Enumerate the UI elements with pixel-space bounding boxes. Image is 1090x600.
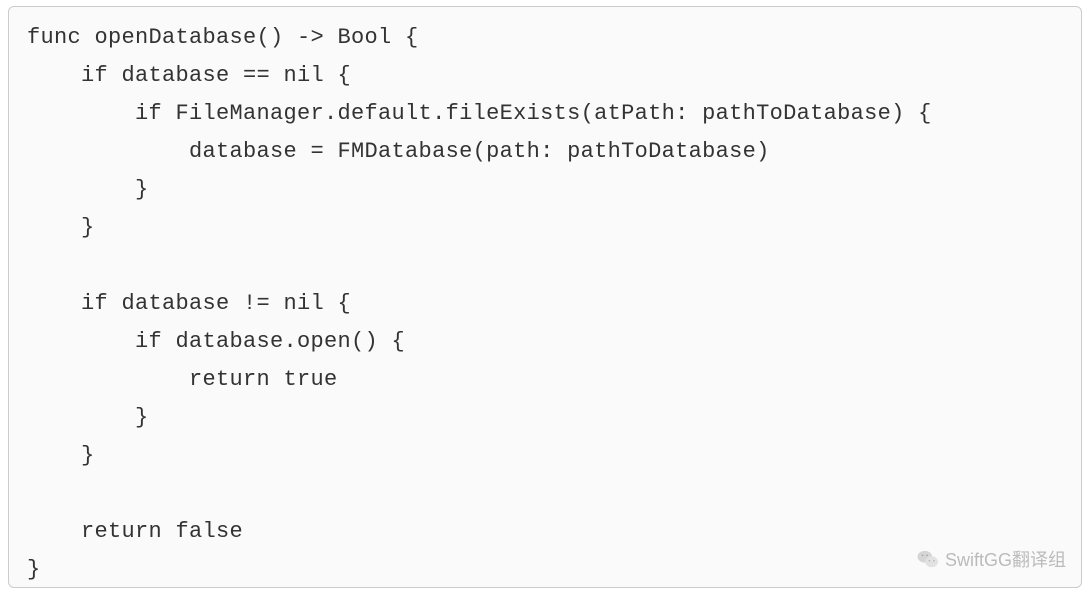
watermark: SwiftGG翻译组 (917, 546, 1066, 572)
watermark-text: SwiftGG翻译组 (945, 546, 1066, 572)
code-block: func openDatabase() -> Bool { if databas… (27, 19, 1063, 589)
wechat-icon (917, 549, 939, 569)
code-container: func openDatabase() -> Bool { if databas… (8, 6, 1082, 588)
